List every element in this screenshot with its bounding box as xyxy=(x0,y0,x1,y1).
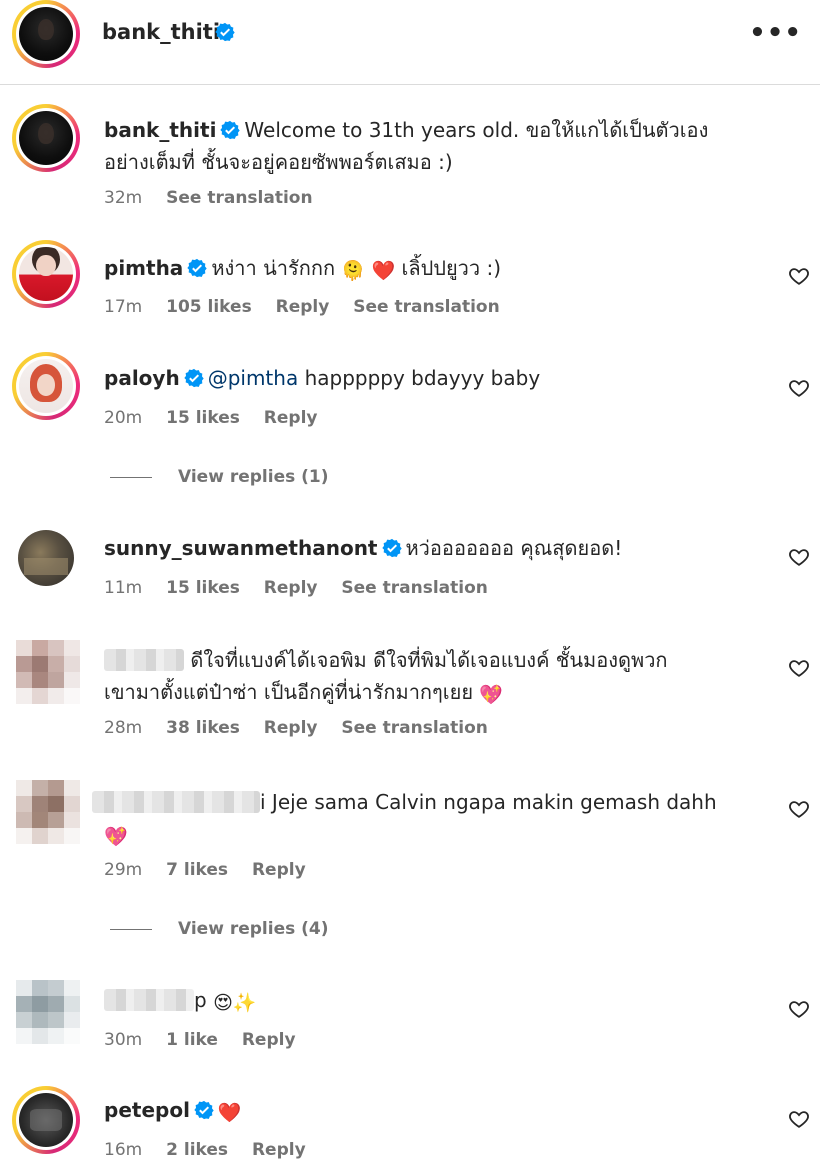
likes-count[interactable]: 2 likes xyxy=(166,1140,228,1160)
like-heart-icon[interactable] xyxy=(788,265,810,287)
likes-count[interactable]: 15 likes xyxy=(166,578,240,598)
verified-badge-icon xyxy=(215,22,235,42)
comment-avatar[interactable] xyxy=(12,1086,80,1154)
verified-badge-icon xyxy=(381,538,402,558)
sparkles-emoji-icon: ✨ xyxy=(232,992,257,1014)
view-replies-button[interactable]: View replies (1) xyxy=(110,467,329,487)
blurred-username xyxy=(92,791,260,813)
comment-time[interactable]: 28m xyxy=(104,718,142,738)
see-translation-button[interactable]: See translation xyxy=(353,297,499,317)
like-heart-icon[interactable] xyxy=(788,798,810,820)
comment-text: happpppy bdayyy baby xyxy=(304,366,541,390)
likes-count[interactable]: 105 likes xyxy=(166,297,252,317)
comment-time[interactable]: 16m xyxy=(104,1140,142,1160)
comment-time[interactable]: 29m xyxy=(104,860,142,880)
blurred-username xyxy=(104,989,194,1011)
caption-username[interactable]: bank_thiti xyxy=(104,118,216,142)
comment-text: หว่อออออออ คุณสุดยอด! xyxy=(405,536,623,560)
comment-text-after: เลิ้ปปยูวว :) xyxy=(401,256,502,280)
reply-button[interactable]: Reply xyxy=(252,860,306,880)
likes-count[interactable]: 7 likes xyxy=(166,860,228,880)
blurred-avatar[interactable] xyxy=(16,980,80,1044)
red-heart-emoji-icon: ❤️ xyxy=(371,260,396,282)
hug-emoji-icon: 🫠 xyxy=(341,260,366,282)
sparkling-heart-emoji-icon: 💖 xyxy=(479,684,504,706)
divider-line xyxy=(110,928,152,930)
comment-avatar[interactable] xyxy=(12,352,80,420)
comment-username[interactable]: sunny_suwanmethanont xyxy=(104,536,378,560)
heart-eyes-emoji-icon: 😍 xyxy=(213,992,233,1014)
header-avatar[interactable] xyxy=(12,0,80,68)
divider-line xyxy=(110,476,152,478)
comment-time[interactable]: 30m xyxy=(104,1030,142,1050)
comment-time[interactable]: 20m xyxy=(104,408,142,428)
comment-time[interactable]: 32m xyxy=(104,188,142,208)
comment-time[interactable]: 17m xyxy=(104,297,142,317)
comment-username[interactable]: petepol xyxy=(104,1098,190,1122)
blurred-avatar[interactable] xyxy=(16,640,80,704)
verified-badge-icon xyxy=(220,120,241,140)
sparkling-heart-emoji-icon: 💖 xyxy=(104,826,128,848)
like-heart-icon[interactable] xyxy=(788,1108,810,1130)
comment-username[interactable]: paloyh xyxy=(104,366,180,390)
like-heart-icon[interactable] xyxy=(788,657,810,679)
red-heart-emoji-icon: ❤️ xyxy=(217,1102,242,1124)
caption-text-line1: Welcome to 31th years old. ขอให้แกได้เป็… xyxy=(244,118,709,142)
comment-text: p xyxy=(194,988,207,1012)
see-translation-button[interactable]: See translation xyxy=(341,578,487,598)
comment-text-line1: ดีใจที่แบงค์ได้เจอพิม ดีใจที่พิมได้เจอแบ… xyxy=(190,648,668,672)
verified-badge-icon xyxy=(194,1100,214,1120)
blurred-username xyxy=(104,649,184,671)
likes-count[interactable]: 1 like xyxy=(166,1030,218,1050)
comment-username[interactable]: pimtha xyxy=(104,256,183,280)
comment-text: หง่าา น่ารักกก xyxy=(211,256,336,280)
see-translation-button[interactable]: See translation xyxy=(341,718,487,738)
reply-button[interactable]: Reply xyxy=(242,1030,296,1050)
caption-text-line2: อย่างเต็มที่ ชั้นจะอยู่คอยซัพพอร์ตเสมอ :… xyxy=(104,150,453,174)
like-heart-icon[interactable] xyxy=(788,377,810,399)
verified-badge-icon xyxy=(184,368,204,388)
reply-button[interactable]: Reply xyxy=(264,578,318,598)
like-heart-icon[interactable] xyxy=(788,546,810,568)
more-options-icon[interactable]: ••• xyxy=(749,18,802,48)
reply-button[interactable]: Reply xyxy=(252,1140,306,1160)
comment-time[interactable]: 11m xyxy=(104,578,142,598)
blurred-avatar[interactable] xyxy=(16,780,80,844)
comment-text-line2: เขามาตั้งแต่ป๋าซ่า เป็นอีกคู่ที่น่ารักมา… xyxy=(104,680,474,704)
caption-avatar[interactable] xyxy=(12,104,80,172)
header-username[interactable]: bank_thiti xyxy=(102,20,220,44)
comment-text: i Jeje sama Calvin ngapa makin gemash da… xyxy=(260,790,717,814)
likes-count[interactable]: 15 likes xyxy=(166,408,240,428)
reply-button[interactable]: Reply xyxy=(276,297,330,317)
comment-avatar[interactable] xyxy=(18,530,74,586)
mention-link[interactable]: @pimtha xyxy=(208,366,299,390)
post-header: bank_thiti ••• xyxy=(0,0,820,85)
reply-button[interactable]: Reply xyxy=(264,718,318,738)
comment-avatar[interactable] xyxy=(12,240,80,308)
view-replies-label: View replies (1) xyxy=(178,467,329,487)
view-replies-label: View replies (4) xyxy=(178,919,329,939)
reply-button[interactable]: Reply xyxy=(264,408,318,428)
likes-count[interactable]: 38 likes xyxy=(166,718,240,738)
verified-badge-icon xyxy=(187,258,207,278)
view-replies-button[interactable]: View replies (4) xyxy=(110,919,329,939)
like-heart-icon[interactable] xyxy=(788,998,810,1020)
see-translation-button[interactable]: See translation xyxy=(166,188,312,208)
